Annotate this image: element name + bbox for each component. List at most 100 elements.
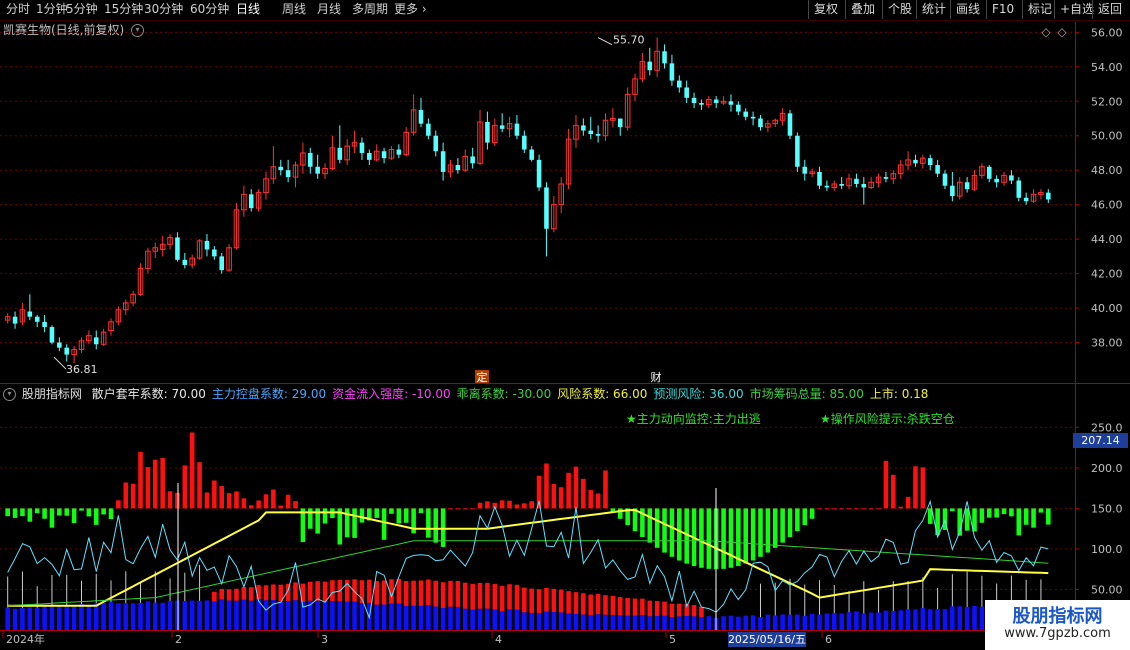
price-tick-label: 44.00 xyxy=(1091,233,1123,246)
indicator-red-bar xyxy=(440,582,446,609)
indicator-column xyxy=(573,466,579,509)
indicator-column xyxy=(455,508,461,510)
indicator-column xyxy=(986,508,992,518)
indicator-red-bar xyxy=(485,582,490,609)
indicator-blue-bar xyxy=(93,603,99,630)
chevron-down-icon[interactable]: ▾ xyxy=(3,388,16,401)
indicator-blue-bar xyxy=(219,599,225,630)
candle-body xyxy=(455,165,461,171)
candle-body xyxy=(1023,197,1029,202)
indicator-blue-bar xyxy=(972,605,977,630)
indicator-blue-bar xyxy=(234,600,239,630)
indicator-blue-bar xyxy=(108,602,114,630)
indicator-blue-bar xyxy=(64,605,70,630)
indicator-blue-bar xyxy=(42,606,47,630)
indicator-column xyxy=(153,459,158,509)
indicator-blue-bar xyxy=(920,608,926,630)
indicator-column xyxy=(647,508,653,543)
indicator-blue-bar xyxy=(898,610,903,630)
candle-body xyxy=(699,102,704,105)
indicator-column xyxy=(854,508,859,510)
indicator-param-5: 预测风险: 36.00 xyxy=(653,387,744,401)
candle-body xyxy=(677,80,682,88)
indicator-red-bar xyxy=(234,588,239,601)
candle-body xyxy=(824,185,830,188)
indicator-blue-bar xyxy=(433,606,439,630)
price-tick-label: 38.00 xyxy=(1091,337,1123,350)
indicator-column xyxy=(846,508,852,510)
indicator-red-bar xyxy=(219,588,225,600)
indicator-name[interactable]: 股朋指标网 xyxy=(22,387,82,401)
candle-body xyxy=(647,61,653,71)
indicator-column xyxy=(1016,508,1022,536)
indicator-red-bar xyxy=(433,580,439,607)
indicator-blue-bar xyxy=(750,615,756,630)
indicator-column xyxy=(175,492,180,509)
candle-body xyxy=(1009,175,1014,181)
indicator-column xyxy=(64,508,70,516)
indicator-column xyxy=(603,470,608,509)
indicator-column xyxy=(27,508,33,522)
indicator-column xyxy=(20,508,25,517)
indicator-column xyxy=(57,508,62,516)
indicator-column xyxy=(551,483,557,509)
indicator-blue-bar xyxy=(632,615,638,630)
candle-body xyxy=(595,134,601,136)
indicator-column xyxy=(868,508,874,510)
indicator-blue-bar xyxy=(403,606,409,630)
indicator-red-bar xyxy=(381,580,387,605)
candle-body xyxy=(536,159,542,188)
signal-text-1: ★主力动向监控:主力出逃 xyxy=(626,411,761,426)
indicator-blue-bar xyxy=(448,606,453,630)
indicator-blue-bar xyxy=(780,614,785,630)
candle-body xyxy=(440,151,446,172)
indicator-blue-bar xyxy=(927,609,933,630)
indicator-blue-bar xyxy=(330,601,335,630)
indicator-column xyxy=(905,496,911,509)
indicator-column xyxy=(241,498,247,509)
indicator-column xyxy=(817,508,822,510)
indicator-blue-bar xyxy=(625,615,630,630)
indicator-blue-bar xyxy=(197,600,202,630)
candle-body xyxy=(204,240,210,250)
indicator-blue-bar xyxy=(913,609,918,630)
price-tick-label: 46.00 xyxy=(1091,199,1123,212)
indicator-red-bar xyxy=(640,598,645,616)
indicator-blue-bar xyxy=(507,609,512,630)
indicator-column xyxy=(913,466,918,509)
indicator-tick-label: 150.0 xyxy=(1091,502,1123,515)
candle-body xyxy=(994,178,999,183)
indicator-column xyxy=(677,508,682,561)
indicator-blue-bar xyxy=(669,617,675,630)
candle-body xyxy=(470,156,475,164)
indicator-column xyxy=(248,505,254,509)
stock-chart[interactable]: 56.00 54.00 52.00 50.00 48.00 46.00 44.00 42.00… xyxy=(0,0,1130,650)
indicator-blue-bar xyxy=(581,614,586,630)
indicator-red-bar xyxy=(536,589,542,614)
indicator-blue-bar xyxy=(352,601,357,630)
indicator-column xyxy=(507,500,512,509)
indicator-blue-bar xyxy=(529,612,534,630)
indicator-column xyxy=(662,508,667,553)
indicator-column xyxy=(950,508,955,512)
indicator-blue-bar xyxy=(721,616,726,630)
indicator-red-bar xyxy=(588,594,594,616)
indicator-column xyxy=(758,508,763,557)
indicator-blue-bar xyxy=(256,599,261,630)
indicator-blue-bar xyxy=(315,600,320,630)
indicator-red-bar xyxy=(647,600,653,617)
price-tick-label: 52.00 xyxy=(1091,95,1123,108)
indicator-column xyxy=(470,508,475,510)
indicator-column xyxy=(219,486,225,509)
indicator-red-bar xyxy=(558,589,564,613)
indicator-blue-bar xyxy=(499,611,505,630)
candle-body xyxy=(617,118,623,128)
indicator-column xyxy=(1031,508,1036,528)
indicator-column xyxy=(389,508,394,514)
indicator-blue-bar xyxy=(248,600,254,630)
candle-body xyxy=(913,159,918,164)
indicator-blue-bar xyxy=(145,601,151,630)
indicator-column xyxy=(300,508,306,543)
candle-body xyxy=(359,142,365,153)
watermark-title: 股朋指标网 xyxy=(1012,606,1103,627)
